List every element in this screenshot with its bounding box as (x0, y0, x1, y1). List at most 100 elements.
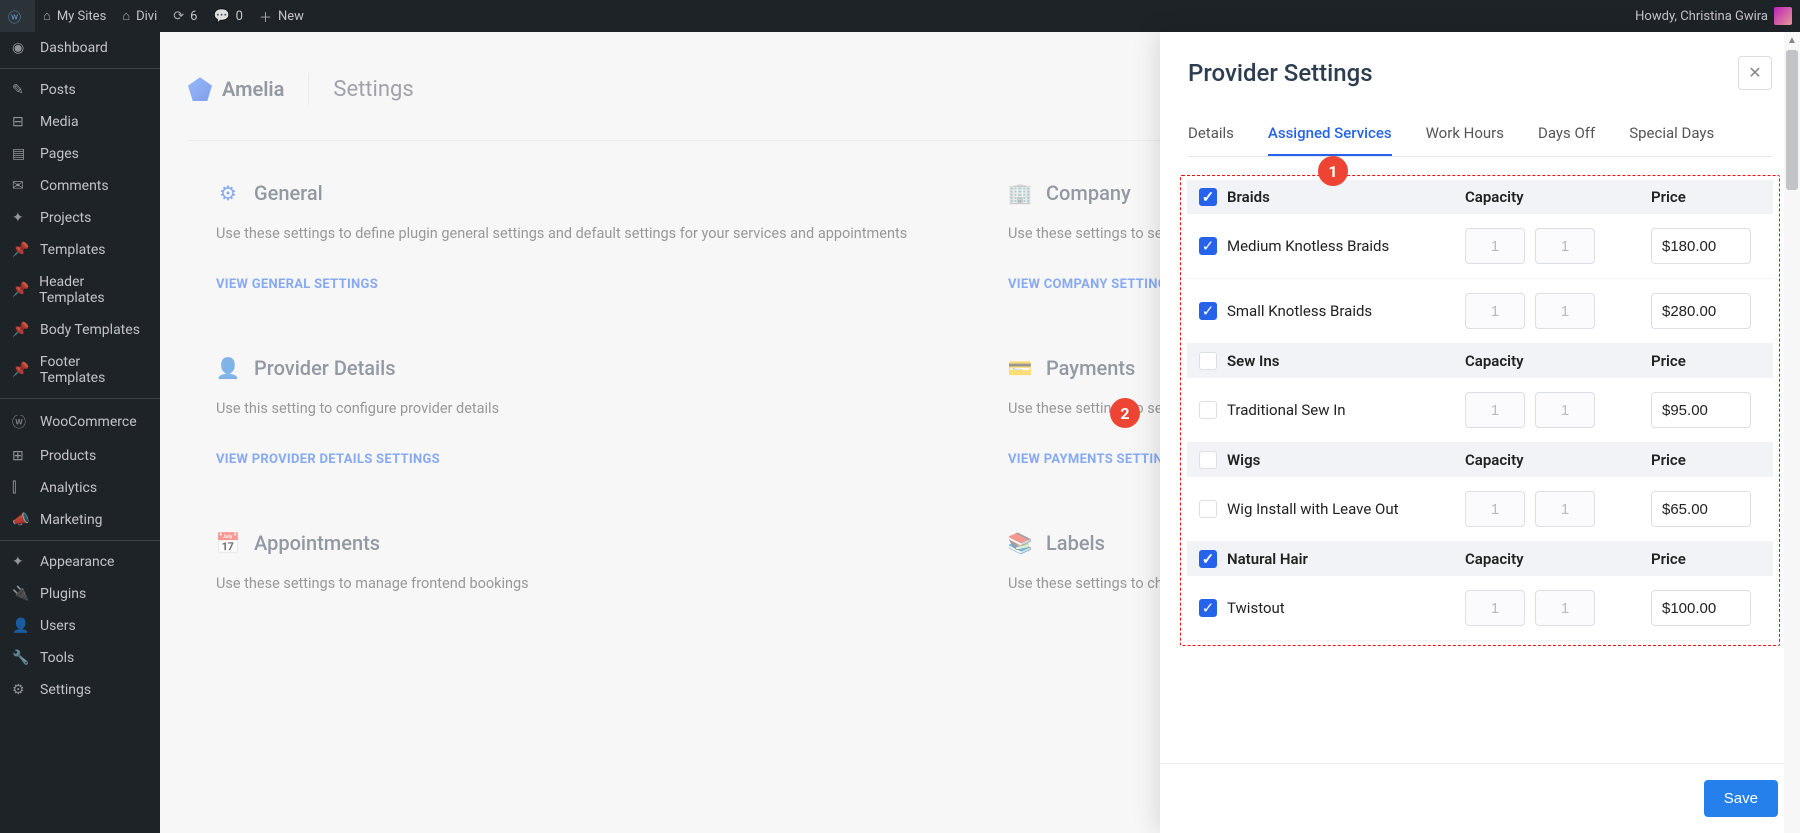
sidebar-item-header-templates[interactable]: 📌Header Templates (0, 266, 160, 314)
tools-icon: 🔧 (12, 650, 32, 666)
adminbar-howdy[interactable]: Howdy, Christina Gwira (1627, 0, 1800, 32)
sidebar-item-pages[interactable]: ▤ Pages (0, 138, 160, 170)
scrollbar[interactable]: ▲ (1784, 32, 1800, 833)
dashboard-icon: ◉ (12, 40, 32, 56)
category-checkbox[interactable]: ✓ (1199, 188, 1217, 206)
save-button[interactable]: Save (1704, 780, 1778, 817)
sidebar-item-posts[interactable]: ✎Posts (0, 74, 160, 106)
price-header: Price (1651, 188, 1761, 206)
adminbar-mysites[interactable]: ⌂My Sites (35, 0, 114, 32)
price-input[interactable] (1651, 392, 1751, 428)
adminbar-wordpress[interactable]: ⓦ (0, 0, 35, 32)
sidebar-item-plugins[interactable]: 🔌Plugins (0, 578, 160, 610)
sidebar-item-body-templates[interactable]: 📌Body Templates (0, 314, 160, 346)
capacity-min-input[interactable] (1465, 392, 1525, 428)
capacity-min-input[interactable] (1465, 590, 1525, 626)
adminbar-updates[interactable]: ⟳6 (165, 0, 205, 32)
tab-special-days[interactable]: Special Days (1629, 116, 1714, 156)
sidebar-item-comments[interactable]: ✉ Comments (0, 170, 160, 202)
capacity-header: Capacity (1465, 188, 1635, 206)
service-checkbox[interactable]: ✓ (1199, 237, 1217, 255)
sidebar-item-label: Comments (40, 178, 109, 194)
sidebar-item-label: Dashboard (40, 40, 108, 56)
service-checkbox[interactable] (1199, 401, 1217, 419)
sidebar-item-analytics[interactable]: ⫿Analytics (0, 472, 160, 504)
category-label: Natural Hair (1227, 550, 1465, 568)
products-icon: ⊞ (12, 448, 32, 464)
price-header: Price (1651, 352, 1761, 370)
service-row: ✓ Twistout (1187, 576, 1773, 641)
plugins-icon: 🔌 (12, 586, 32, 602)
capacity-min-input[interactable] (1465, 293, 1525, 329)
price-input[interactable] (1651, 491, 1751, 527)
tab-details[interactable]: Details (1188, 116, 1234, 156)
sidebar-item-products[interactable]: ⊞ Products (0, 440, 160, 472)
service-row: ✓ Medium Knotless Braids (1187, 214, 1773, 279)
sidebar-item-templates[interactable]: 📌Templates (0, 234, 160, 266)
sidebar-item-label: Projects (40, 210, 91, 226)
service-category-header: ✓ Braids Capacity Price (1187, 180, 1773, 214)
header-templates-icon: 📌 (12, 282, 31, 298)
close-icon: ✕ (1748, 65, 1761, 82)
category-checkbox[interactable] (1199, 352, 1217, 370)
home-icon: ⌂ (122, 8, 130, 24)
category-label: Braids (1227, 188, 1465, 206)
category-checkbox[interactable]: ✓ (1199, 550, 1217, 568)
adminbar-updates-count: 6 (190, 9, 197, 24)
sidebar-item-marketing[interactable]: 📣Marketing (0, 504, 160, 536)
capacity-max-input[interactable] (1535, 491, 1595, 527)
sidebar-item-media[interactable]: ⊟Media (0, 106, 160, 138)
comments-icon: ✉ (12, 178, 32, 194)
sidebar-item-appearance[interactable]: ✦Appearance (0, 546, 160, 578)
capacity-header: Capacity (1465, 451, 1635, 469)
sidebar-item-projects[interactable]: ✦ Projects (0, 202, 160, 234)
comment-icon: 💬 (213, 8, 229, 24)
price-input[interactable] (1651, 590, 1751, 626)
tab-work-hours[interactable]: Work Hours (1426, 116, 1504, 156)
tab-assigned-services[interactable]: Assigned Services (1268, 116, 1392, 156)
adminbar-new[interactable]: ＋New (251, 0, 312, 32)
capacity-max-input[interactable] (1535, 228, 1595, 264)
service-category-header: ✓ Natural Hair Capacity Price (1187, 542, 1773, 576)
capacity-min-input[interactable] (1465, 491, 1525, 527)
adminbar-site[interactable]: ⌂Divi (114, 0, 165, 32)
sidebar-item-label: Appearance (40, 554, 114, 570)
adminbar-comments[interactable]: 💬0 (205, 0, 251, 32)
category-label: Wigs (1227, 451, 1465, 469)
service-checkbox[interactable]: ✓ (1199, 302, 1217, 320)
panel-tabs: Details Assigned Services Work Hours Days O… (1188, 116, 1772, 157)
sidebar-item-label: Products (40, 448, 96, 464)
sidebar-item-label: Posts (40, 82, 76, 98)
assigned-services-region: ✓ Braids Capacity Price✓ Medium Knotless… (1180, 175, 1780, 646)
service-row: Traditional Sew In (1187, 378, 1773, 443)
pages-icon: ▤ (12, 146, 32, 162)
price-input[interactable] (1651, 293, 1751, 329)
home-icon: ⌂ (43, 8, 51, 24)
service-checkbox[interactable]: ✓ (1199, 599, 1217, 617)
capacity-max-input[interactable] (1535, 392, 1595, 428)
sidebar-item-woocommerce[interactable]: ⓦWooCommerce (0, 404, 160, 440)
marketing-icon: 📣 (12, 512, 32, 528)
close-button[interactable]: ✕ (1738, 56, 1772, 90)
templates-icon: 📌 (12, 242, 32, 258)
category-label: Sew Ins (1227, 352, 1465, 370)
service-checkbox[interactable] (1199, 500, 1217, 518)
service-name: Traditional Sew In (1227, 401, 1465, 419)
tab-days-off[interactable]: Days Off (1538, 116, 1595, 156)
capacity-min-input[interactable] (1465, 228, 1525, 264)
sidebar-item-footer-templates[interactable]: 📌Footer Templates (0, 346, 160, 394)
category-checkbox[interactable] (1199, 451, 1217, 469)
capacity-max-input[interactable] (1535, 590, 1595, 626)
projects-icon: ✦ (12, 210, 32, 226)
capacity-max-input[interactable] (1535, 293, 1595, 329)
sidebar-item-tools[interactable]: 🔧Tools (0, 642, 160, 674)
scroll-thumb[interactable] (1786, 50, 1798, 190)
sidebar-item-label: Pages (40, 146, 79, 162)
scroll-up-icon[interactable]: ▲ (1784, 32, 1800, 48)
price-input[interactable] (1651, 228, 1751, 264)
sidebar-item-settings[interactable]: ⚙Settings (0, 674, 160, 706)
sidebar-item-dashboard[interactable]: ◉ Dashboard (0, 32, 160, 64)
admin-sidebar: ◉ Dashboard ✎Posts⊟Media ▤ Pages ✉ Comments ✦ Pr… (0, 32, 160, 833)
sidebar-item-users[interactable]: 👤Users (0, 610, 160, 642)
adminbar-new-label: New (278, 9, 304, 24)
